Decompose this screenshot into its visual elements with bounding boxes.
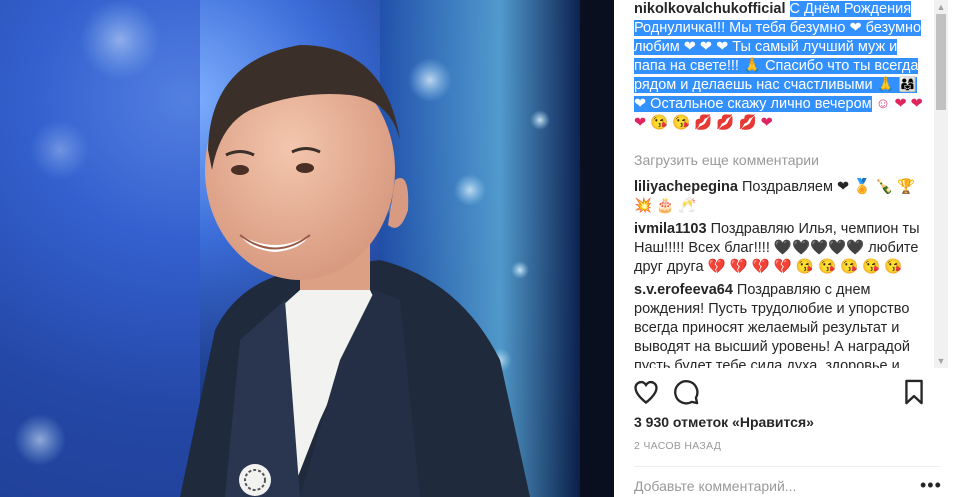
comment-user-link[interactable]: ivmila1103 (634, 221, 707, 237)
scrollbar-thumb[interactable] (936, 14, 946, 110)
bookmark-icon[interactable] (900, 378, 928, 406)
scroll-up-arrow-icon[interactable]: ▲ (934, 0, 948, 14)
divider (634, 466, 940, 467)
post-photo[interactable] (0, 0, 614, 497)
heart-icon[interactable] (632, 378, 660, 406)
comment-user-link[interactable]: s.v.erofeeva64 (634, 282, 733, 298)
photo-scene (0, 0, 614, 497)
post-actions-bar (614, 370, 960, 414)
comments-scrollbar[interactable]: ▲ ▼ (934, 0, 948, 368)
comment-user-link[interactable]: liliyachepegina (634, 179, 738, 195)
comment-item: s.v.erofeeva64 Поздравляю с днем рождени… (634, 281, 924, 368)
comment-item: liliyachepegina Поздравляем ❤ 🏅 🍾 🏆 💥 🎂 … (634, 178, 924, 216)
comment-bubble-icon[interactable] (672, 378, 700, 406)
likes-count[interactable]: 3 930 отметок «Нравится» (634, 414, 814, 430)
load-more-comments-link[interactable]: Загрузить еще комментарии (634, 152, 819, 168)
more-options-icon[interactable]: ••• (920, 476, 942, 494)
caption: nikolkovalchukofficial С Днём Рождения Р… (634, 0, 924, 133)
comments-panel: nikolkovalchukofficial С Днём Рождения Р… (614, 0, 960, 497)
post-timestamp[interactable]: 2 ЧАСОВ НАЗАД (634, 440, 721, 452)
comments-scroll-area[interactable]: nikolkovalchukofficial С Днём Рождения Р… (614, 0, 932, 368)
scroll-down-arrow-icon[interactable]: ▼ (934, 354, 948, 368)
comment-item: ivmila1103 Поздравляю Илья, чемпион ты Н… (634, 220, 924, 277)
add-comment-input[interactable] (634, 476, 894, 496)
post-author-link[interactable]: nikolkovalchukofficial (634, 1, 786, 17)
